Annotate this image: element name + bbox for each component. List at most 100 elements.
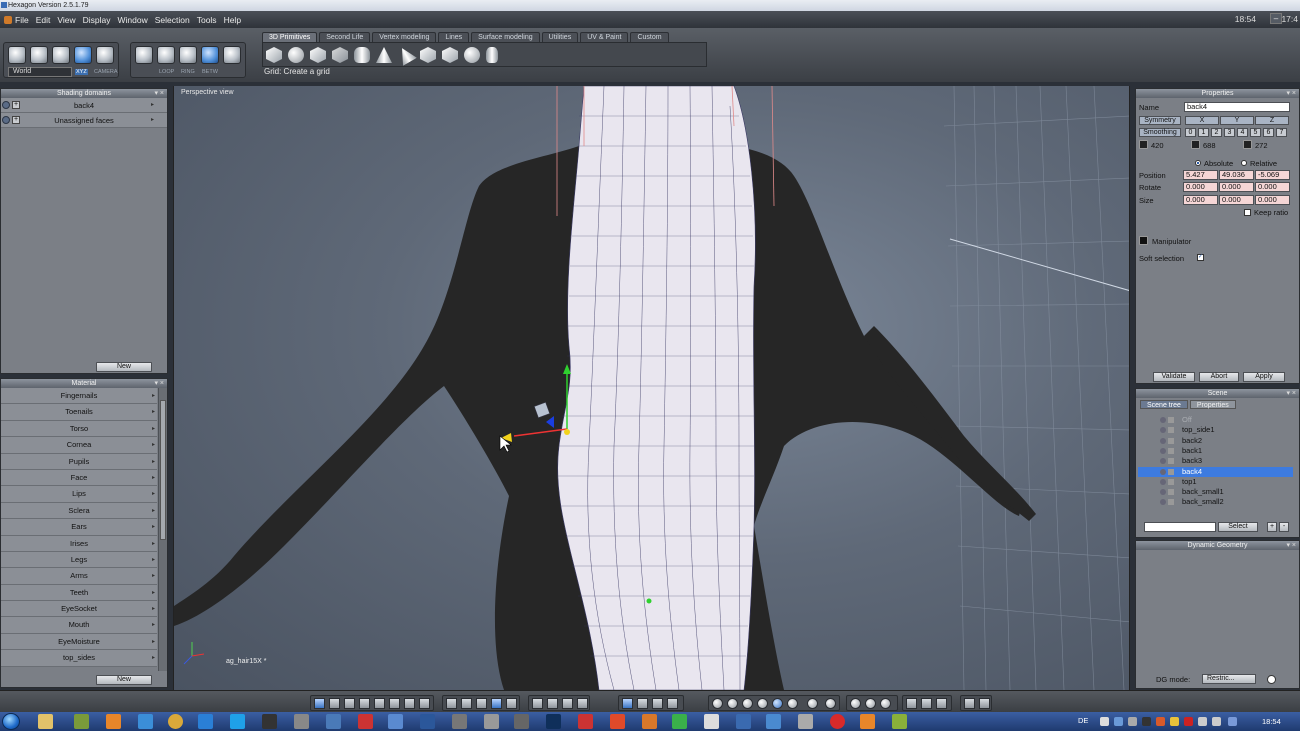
lock-icon[interactable]: [1168, 437, 1174, 444]
menu-tools[interactable]: Tools: [197, 15, 217, 25]
smoothing-level-0[interactable]: 0: [1185, 128, 1196, 137]
smoothing-level-2[interactable]: 2: [1211, 128, 1222, 137]
panel-controls-icon[interactable]: ▾ ×: [1286, 541, 1296, 550]
internet-explorer-icon[interactable]: [198, 714, 213, 729]
word-icon[interactable]: [420, 714, 435, 729]
smoothing-level-1[interactable]: 1: [1198, 128, 1209, 137]
symmetry-y-toggle[interactable]: Y: [1220, 116, 1254, 125]
frame-selected-icon[interactable]: [547, 698, 558, 709]
relative-radio[interactable]: [1241, 160, 1247, 166]
abort-button[interactable]: Abort: [1199, 372, 1239, 382]
visibility-eye-icon[interactable]: [1160, 427, 1166, 434]
app-taskbar-icon[interactable]: [860, 714, 875, 729]
cone-primitive-icon[interactable]: [376, 47, 392, 63]
texture-sphere-icon[interactable]: [787, 698, 798, 709]
material-ball-icon[interactable]: [865, 698, 876, 709]
tray-app-icon[interactable]: [1128, 717, 1137, 726]
scene-tree-item[interactable]: back2: [1138, 436, 1293, 446]
absolute-radio[interactable]: [1195, 160, 1201, 166]
scene-tree-item[interactable]: back1: [1138, 446, 1293, 456]
app-taskbar-icon[interactable]: [138, 714, 153, 729]
ring-select[interactable]: RING: [181, 69, 195, 75]
material-scrollbar[interactable]: [158, 388, 167, 671]
visibility-eye-icon[interactable]: [1160, 468, 1166, 475]
smooth-sphere-icon[interactable]: [757, 698, 768, 709]
two-view-icon[interactable]: [404, 698, 415, 709]
snap-icon[interactable]: [906, 698, 917, 709]
dg-mode-select[interactable]: Restric...: [1202, 674, 1256, 684]
menu-edit[interactable]: Edit: [36, 15, 51, 25]
material-row[interactable]: Teeth ▸: [1, 584, 157, 602]
visibility-eye-icon[interactable]: [2, 101, 10, 109]
zoom-icon[interactable]: [562, 698, 573, 709]
object-mode-icon[interactable]: [135, 46, 153, 64]
minimize-icon[interactable]: –: [1270, 13, 1282, 24]
material-row[interactable]: Legs ▸: [1, 551, 157, 569]
lock-icon[interactable]: [1168, 447, 1174, 454]
scene-tree-item[interactable]: back_small2: [1138, 497, 1293, 507]
menu-window[interactable]: Window: [118, 15, 148, 25]
panel-controls-icon[interactable]: ▾ ×: [1286, 89, 1296, 98]
torus-primitive-icon[interactable]: [420, 47, 436, 63]
move-view-icon[interactable]: [622, 698, 633, 709]
tab-uv-paint[interactable]: UV & Paint: [580, 32, 629, 42]
visibility-eye-icon[interactable]: [1160, 478, 1166, 485]
material-row[interactable]: Arms ▸: [1, 568, 157, 585]
sphere-primitive-icon[interactable]: [288, 47, 304, 63]
volume-icon[interactable]: [1212, 717, 1221, 726]
symmetry-x-toggle[interactable]: X: [1185, 116, 1219, 125]
flat-sphere-icon[interactable]: [742, 698, 753, 709]
hidden-line-sphere-icon[interactable]: [727, 698, 738, 709]
dg-toggle-icon[interactable]: [1267, 675, 1276, 684]
material-row[interactable]: Sclera ▸: [1, 502, 157, 520]
edge-mode-icon[interactable]: [179, 46, 197, 64]
lock-icon[interactable]: [1168, 478, 1174, 485]
app-taskbar-icon[interactable]: [704, 714, 719, 729]
opera-icon[interactable]: [830, 714, 845, 729]
material-row[interactable]: Ears ▸: [1, 519, 157, 536]
select-arrow-icon[interactable]: [8, 46, 26, 64]
lock-icon[interactable]: [1168, 458, 1174, 465]
grid-display-icon[interactable]: [446, 698, 457, 709]
face-mode-icon[interactable]: [201, 46, 219, 64]
coordinate-space-select[interactable]: World: [8, 67, 72, 77]
lock-icon[interactable]: [1168, 417, 1174, 423]
material-row[interactable]: Cornea ▸: [1, 437, 157, 454]
smoothing-level-3[interactable]: 3: [1224, 128, 1235, 137]
apply-button[interactable]: Apply: [1243, 372, 1285, 382]
skype-icon[interactable]: [230, 714, 245, 729]
app-taskbar-icon[interactable]: [452, 714, 467, 729]
material-row[interactable]: Torso ▸: [1, 420, 157, 438]
scene-tree-item[interactable]: back_small1: [1138, 487, 1293, 497]
scene-tree-item[interactable]: Off: [1138, 415, 1293, 425]
visibility-eye-icon[interactable]: [1160, 417, 1166, 423]
frame-all-icon[interactable]: [532, 698, 543, 709]
rotate-y-field[interactable]: 0.000: [1219, 182, 1254, 192]
app-taskbar-icon[interactable]: [74, 714, 89, 729]
quad-view-icon[interactable]: [329, 698, 340, 709]
between-select[interactable]: BETW: [202, 69, 218, 75]
network-icon[interactable]: [1198, 717, 1207, 726]
rotate-view-icon[interactable]: [637, 698, 648, 709]
app-taskbar-icon[interactable]: [578, 714, 593, 729]
smoothing-level-4[interactable]: 4: [1237, 128, 1248, 137]
tab-custom[interactable]: Custom: [630, 32, 669, 42]
lock-icon[interactable]: [1168, 427, 1174, 434]
material-row[interactable]: EyeMoisture ▸: [1, 633, 157, 651]
symmetry-z-toggle[interactable]: Z: [1255, 116, 1289, 125]
tab-3d-primitives[interactable]: 3D Primitives: [262, 32, 318, 42]
pan-view-icon[interactable]: [652, 698, 663, 709]
magnet-icon[interactable]: [921, 698, 932, 709]
keep-ratio-checkbox[interactable]: [1244, 209, 1251, 216]
tube-primitive-icon[interactable]: [442, 47, 458, 63]
smoothing-level-7[interactable]: 7: [1276, 128, 1287, 137]
single-view-icon[interactable]: [314, 698, 325, 709]
size-x-field[interactable]: 0.000: [1183, 195, 1218, 205]
rotate-z-field[interactable]: 0.000: [1255, 182, 1290, 192]
material-row[interactable]: Pupils ▸: [1, 453, 157, 470]
visibility-eye-icon[interactable]: [1160, 458, 1166, 465]
menu-file[interactable]: File: [15, 15, 29, 25]
file-explorer-icon[interactable]: [38, 714, 53, 729]
app-taskbar-icon[interactable]: [642, 714, 657, 729]
texture-display-icon[interactable]: [476, 698, 487, 709]
